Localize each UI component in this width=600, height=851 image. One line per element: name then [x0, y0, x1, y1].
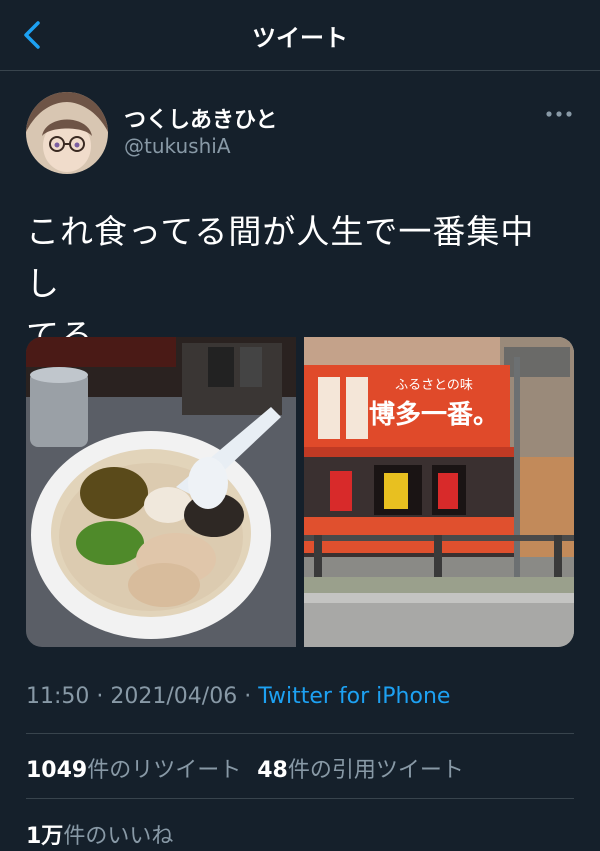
- likes-stats[interactable]: 1万件のいいね: [26, 818, 173, 850]
- avatar[interactable]: [26, 92, 108, 174]
- shop-photo[interactable]: ふるさとの味 博多一番。: [304, 337, 574, 647]
- shop-sign-text: 博多一番。: [369, 400, 499, 430]
- page-title: ツイート: [252, 24, 348, 52]
- author-name[interactable]: つくしあきひと: [124, 102, 277, 134]
- retweet-label: 件のリツイート: [87, 758, 242, 783]
- divider: [26, 733, 574, 734]
- tweet-media: ふるさとの味 博多一番。: [26, 337, 574, 647]
- more-icon: [546, 111, 572, 117]
- tweet-text-line: これ食ってる間が人生で一番集中し: [26, 212, 535, 303]
- divider: [26, 798, 574, 799]
- tweet-time: 11:50: [26, 684, 90, 709]
- quote-count: 48: [257, 758, 288, 783]
- engagement-stats: 1049件のリツイート 48件の引用ツイート: [26, 752, 464, 784]
- retweet-count: 1049: [26, 758, 88, 783]
- ramen-photo[interactable]: [26, 337, 296, 647]
- tweet-meta: 11:50 · 2021/04/06 · Twitter for iPhone: [26, 684, 450, 709]
- tweet-source-link[interactable]: Twitter for iPhone: [258, 684, 450, 709]
- top-bar: ツイート: [0, 0, 600, 71]
- author-handle[interactable]: @tukushiA: [124, 134, 231, 158]
- shop-sign-text: ふるさとの味: [395, 378, 473, 393]
- more-options-button[interactable]: [544, 106, 574, 122]
- quote-label: 件の引用ツイート: [287, 758, 464, 783]
- quotes-stat[interactable]: 48件の引用ツイート: [257, 758, 464, 783]
- meta-separator: ·: [237, 684, 259, 709]
- retweets-stat[interactable]: 1049件のリツイート: [26, 758, 241, 783]
- tweet-date: 2021/04/06: [110, 684, 238, 709]
- like-label: 件のいいね: [63, 824, 174, 849]
- meta-separator: ·: [89, 684, 111, 709]
- like-count: 1万: [26, 824, 64, 849]
